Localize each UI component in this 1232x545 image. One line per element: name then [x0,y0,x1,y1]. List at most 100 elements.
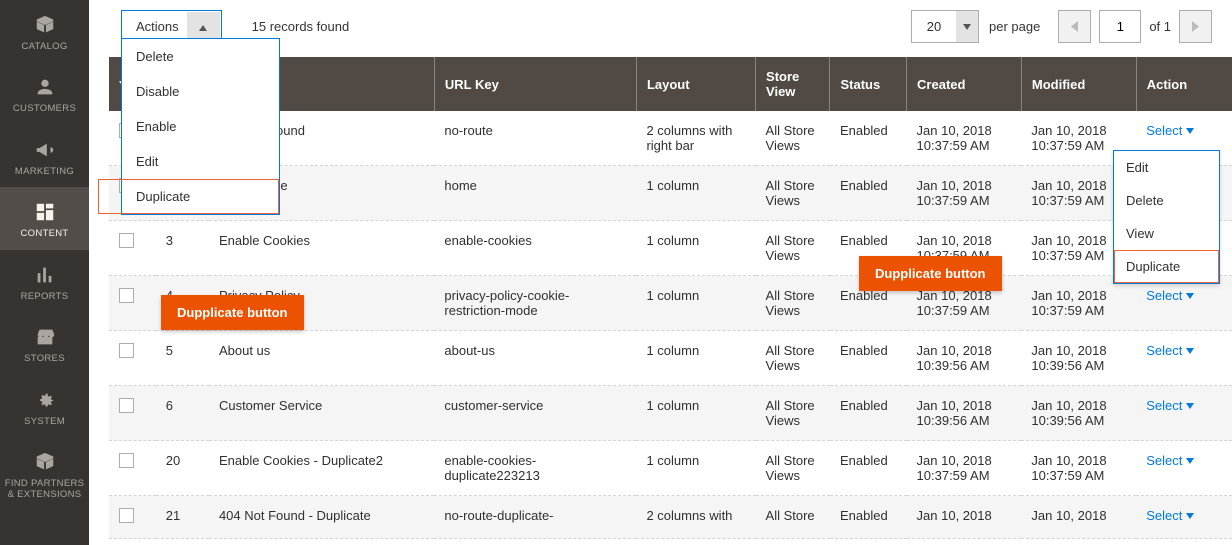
sidebar-item-marketing[interactable]: MARKETING [0,125,89,187]
cell-store: All Store Views [756,166,830,221]
cell-url: no-route [434,111,636,166]
cell-checkbox[interactable] [109,496,156,539]
cell-status: Enabled [830,111,907,166]
caret-down-icon [1186,403,1194,409]
caret-down-icon [1186,348,1194,354]
sidebar-item-catalog[interactable]: CATALOG [0,0,89,62]
table-row[interactable]: 3Enable Cookiesenable-cookies1 columnAll… [109,221,1232,276]
select-action-link[interactable]: Select [1146,123,1194,138]
cell-checkbox[interactable] [109,276,156,331]
cell-store: All Store Views [756,111,830,166]
puzzle-icon [32,449,58,475]
cell-id: 20 [156,441,209,496]
checkbox-icon[interactable] [119,233,134,248]
admin-sidebar: CATALOG CUSTOMERS MARKETING CONTENT REPO… [0,0,89,545]
sidebar-item-content[interactable]: CONTENT [0,187,89,249]
select-action-link[interactable]: Select [1146,398,1194,413]
table-row[interactable]: 5About usabout-us1 columnAll Store Views… [109,331,1232,386]
caret-down-icon [1186,513,1194,519]
col-store[interactable]: Store View [756,57,830,111]
sidebar-item-partners[interactable]: FIND PARTNERS & EXTENSIONS [0,437,89,510]
row-action-view[interactable]: View [1114,217,1219,250]
sidebar-item-customers[interactable]: CUSTOMERS [0,62,89,124]
cell-status: Enabled [830,441,907,496]
cell-store: All Store Views [756,331,830,386]
cell-id: 6 [156,386,209,441]
caret-down-icon [1186,293,1194,299]
per-page-value: 20 [912,19,956,34]
prev-page-button[interactable] [1058,10,1091,43]
cell-modified: Jan 10, 2018 10:39:56 AM [1021,386,1136,441]
per-page-select[interactable]: 20 [911,10,979,43]
sidebar-item-reports[interactable]: REPORTS [0,250,89,312]
cell-modified: Jan 10, 2018 [1021,496,1136,539]
sidebar-item-system[interactable]: SYSTEM [0,375,89,437]
col-modified[interactable]: Modified [1021,57,1136,111]
cell-layout: 1 column [636,386,755,441]
table-row[interactable]: 21404 Not Found - Duplicateno-route-dupl… [109,496,1232,539]
row-action-menu: Edit Delete View Duplicate [1113,150,1220,284]
cell-created: Jan 10, 2018 10:37:59 AM [907,441,1022,496]
cell-url: customer-service [434,386,636,441]
cell-url: enable-cookies [434,221,636,276]
checkbox-icon[interactable] [119,508,134,523]
cell-layout: 1 column [636,221,755,276]
row-action-edit[interactable]: Edit [1114,151,1219,184]
cell-store: All Store [756,496,830,539]
cell-store: All Store Views [756,276,830,331]
page-total-text: of 1 [1149,19,1171,34]
cell-title: Enable Cookies [209,221,434,276]
action-delete[interactable]: Delete [122,39,279,74]
action-duplicate[interactable]: Duplicate [98,179,279,214]
cell-action: Select [1136,496,1232,539]
page-input[interactable] [1099,10,1141,43]
cell-url: enable-cookies-duplicate223213 [434,441,636,496]
col-created[interactable]: Created [907,57,1022,111]
sidebar-item-stores[interactable]: STORES [0,312,89,374]
col-url[interactable]: URL Key [434,57,636,111]
col-layout[interactable]: Layout [636,57,755,111]
select-action-link[interactable]: Select [1146,288,1194,303]
cell-modified: Jan 10, 2018 10:37:59 AM [1021,441,1136,496]
select-action-link[interactable]: Select [1146,453,1194,468]
row-action-duplicate[interactable]: Duplicate [1114,250,1219,283]
checkbox-icon[interactable] [119,398,134,413]
checkbox-icon[interactable] [119,453,134,468]
cell-checkbox[interactable] [109,386,156,441]
cell-checkbox[interactable] [109,441,156,496]
action-enable[interactable]: Enable [122,109,279,144]
cell-url: privacy-policy-cookie-restriction-mode [434,276,636,331]
cell-id: 5 [156,331,209,386]
select-action-link[interactable]: Select [1146,343,1194,358]
row-action-delete[interactable]: Delete [1114,184,1219,217]
col-action[interactable]: Action [1136,57,1232,111]
cell-url: about-us [434,331,636,386]
checkbox-icon[interactable] [119,288,134,303]
select-action-link[interactable]: Select [1146,508,1194,523]
per-page-label: per page [989,19,1040,34]
cell-created: Jan 10, 2018 10:39:56 AM [907,331,1022,386]
records-found-text: 15 records found [252,19,350,34]
cell-created: Jan 10, 2018 10:39:56 AM [907,386,1022,441]
table-row[interactable]: 20Enable Cookies - Duplicate2enable-cook… [109,441,1232,496]
table-row[interactable]: 6Customer Servicecustomer-service1 colum… [109,386,1232,441]
cell-layout: 1 column [636,166,755,221]
cell-id: 21 [156,496,209,539]
checkbox-icon[interactable] [119,343,134,358]
sidebar-label: SYSTEM [24,417,65,427]
cell-store: All Store Views [756,441,830,496]
callout-left: Dupplicate button [161,295,304,330]
next-page-button[interactable] [1179,10,1212,43]
cell-store: All Store Views [756,386,830,441]
sidebar-label: FIND PARTNERS & EXTENSIONS [4,479,85,500]
action-edit[interactable]: Edit [122,144,279,179]
cell-status: Enabled [830,166,907,221]
action-disable[interactable]: Disable [122,74,279,109]
cell-action: Select [1136,441,1232,496]
cell-checkbox[interactable] [109,331,156,386]
cell-store: All Store Views [756,221,830,276]
col-status[interactable]: Status [830,57,907,111]
cell-action: Select [1136,386,1232,441]
cell-checkbox[interactable] [109,221,156,276]
cell-created: Jan 10, 2018 10:37:59 AM [907,166,1022,221]
